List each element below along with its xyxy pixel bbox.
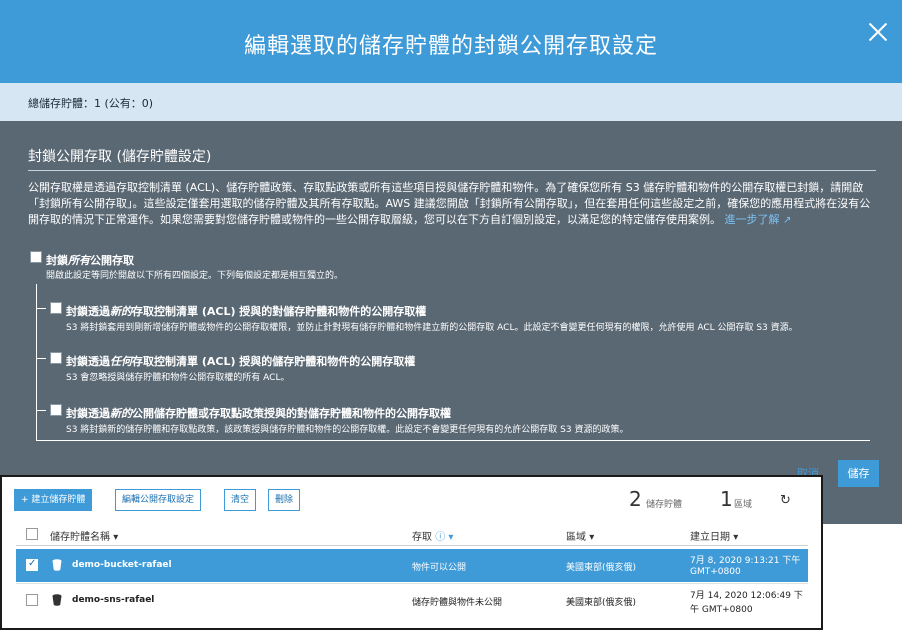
empty-bucket-button[interactable]: 清空 <box>224 489 257 511</box>
bucket-access: 物件可以公開 <box>412 563 467 573</box>
section-description: 公開存取權是透過存取控制清單 (ACL)、儲存貯體政策、存取點政策或所有這些項目… <box>28 180 874 229</box>
bucket-count-label: 儲存貯體 <box>646 500 683 510</box>
bucket-created-date: 7月 14, 2020 12:06:49 下 <box>690 591 803 601</box>
block-any-acls-label: 封鎖透過任何存取控制清單 (ACL) 授與的儲存貯體和物件的公開存取權 <box>66 355 416 368</box>
select-all-checkbox[interactable] <box>26 528 38 540</box>
tree-tick <box>36 308 46 309</box>
row-checkbox[interactable]: ✓ <box>26 558 38 571</box>
modal-header: 編輯選取的儲存貯體的封鎖公開存取設定 <box>0 0 902 83</box>
caret-down-icon: ▾ <box>733 532 739 543</box>
close-icon[interactable] <box>868 22 888 42</box>
bucket-region: 美國東部(俄亥俄) <box>566 598 637 608</box>
block-any-acls-checkbox[interactable] <box>50 352 62 364</box>
row-checkbox[interactable] <box>26 594 38 606</box>
tree-connector-bottom <box>36 440 870 441</box>
external-link-icon: ↗ <box>783 215 792 226</box>
table-row[interactable]: ✓ demo-bucket-rafael 物件可以公開 美國東部(俄亥俄) 7月… <box>16 549 808 582</box>
block-any-acls-description: S3 會忽略授與儲存貯體和物件公開存取權的所有 ACL。 <box>66 373 290 383</box>
block-all-checkbox[interactable] <box>30 251 42 263</box>
block-all-label: 封鎖所有公開存取 <box>46 254 134 267</box>
info-icon: ⓘ <box>435 532 446 543</box>
bucket-created-tz: 午 GMT+0800 <box>690 605 753 615</box>
tree-tick <box>36 358 46 359</box>
bucket-count: 2 <box>629 487 642 511</box>
bucket-created-date: 7月 8, 2020 9:13:21 下午 <box>690 556 801 566</box>
summary-bar: 總儲存貯體：1 (公有：0) <box>0 83 902 121</box>
bucket-created-tz: GMT+0800 <box>690 567 741 577</box>
bucket-region: 美國東部(俄亥俄) <box>566 563 637 573</box>
caret-down-icon: ▾ <box>589 532 595 543</box>
bucket-icon <box>52 559 62 571</box>
save-button[interactable]: 儲存 <box>838 460 879 487</box>
checkmark-icon: ✓ <box>28 558 37 569</box>
tree-tick <box>36 410 46 411</box>
block-new-policies-label: 封鎖透過新的公開儲存貯體或存取點政策授與的對儲存貯體和物件的公開存取權 <box>66 407 451 420</box>
block-new-policies-checkbox[interactable] <box>50 404 62 416</box>
region-count-label: 區域 <box>734 500 753 510</box>
block-new-policies-description: S3 將封鎖新的儲存貯體和存取點政策，該政策授與儲存貯體和物件的公開存取權。此設… <box>66 425 629 435</box>
column-header-name[interactable]: 儲存貯體名稱 ▾ <box>50 528 118 543</box>
section-divider <box>28 170 876 171</box>
caret-down-icon: ▾ <box>448 532 454 543</box>
block-new-acls-label: 封鎖透過新的存取控制清單 (ACL) 授與的對儲存貯體和物件的公開存取權 <box>66 305 427 318</box>
learn-more-link[interactable]: 進一步了解 <box>725 213 780 226</box>
block-new-acls-checkbox[interactable] <box>50 302 62 314</box>
row-divider <box>16 583 808 584</box>
bucket-list-panel: + 建立儲存貯體 編輯公開存取設定 清空 刪除 2 儲存貯體 1 區域 ↻ 儲存… <box>0 475 823 630</box>
table-header-divider <box>16 545 808 546</box>
bucket-summary: 總儲存貯體：1 (公有：0) <box>28 97 154 110</box>
modal-title: 編輯選取的儲存貯體的封鎖公開存取設定 <box>243 34 658 59</box>
block-new-acls-description: S3 將封鎖套用到剛新增儲存貯體或物件的公開存取權限，並防止針對現有儲存貯體和物… <box>66 323 798 333</box>
delete-bucket-button[interactable]: 刪除 <box>268 489 301 511</box>
column-header-access[interactable]: 存取 ⓘ ▾ <box>412 528 453 543</box>
bucket-name-link[interactable]: demo-bucket-rafael <box>72 560 172 570</box>
column-header-created[interactable]: 建立日期 ▾ <box>690 528 738 543</box>
edit-public-access-button[interactable]: 編輯公開存取設定 <box>115 489 202 511</box>
column-header-region[interactable]: 區域 ▾ <box>566 528 594 543</box>
edit-block-public-access-modal: 編輯選取的儲存貯體的封鎖公開存取設定 總儲存貯體：1 (公有：0) 封鎖公開存取… <box>0 0 902 524</box>
plus-icon: + <box>21 495 32 505</box>
refresh-icon[interactable]: ↻ <box>780 493 791 508</box>
bucket-icon <box>52 594 62 606</box>
caret-down-icon: ▾ <box>113 532 119 543</box>
bucket-access: 儲存貯體與物件未公開 <box>412 598 503 608</box>
table-row[interactable]: demo-sns-rafael 儲存貯體與物件未公開 美國東部(俄亥俄) 7月 … <box>16 584 808 617</box>
bucket-name-link[interactable]: demo-sns-rafael <box>72 595 154 605</box>
block-all-description: 開啟此設定等同於開啟以下所有四個設定。下列每個設定都是相互獨立的。 <box>46 271 344 281</box>
create-bucket-button[interactable]: + 建立儲存貯體 <box>14 489 93 511</box>
region-count: 1 <box>720 487 733 511</box>
section-title: 封鎖公開存取 (儲存貯體設定) <box>28 149 212 165</box>
